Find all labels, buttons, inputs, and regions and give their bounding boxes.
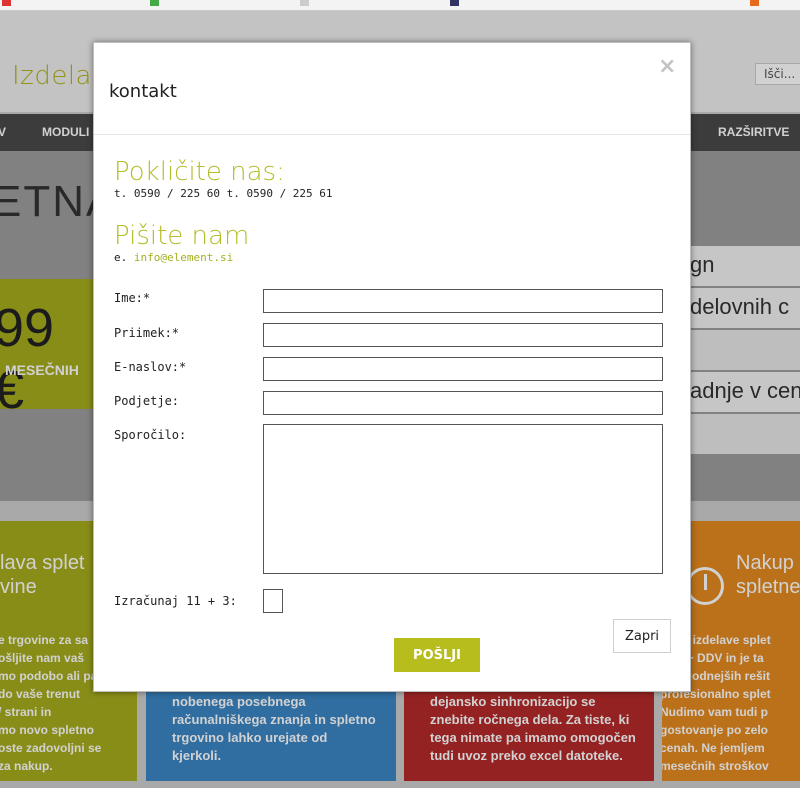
tab-favicon-icon[interactable] xyxy=(150,0,159,6)
email-label: E-naslov:* xyxy=(114,360,187,374)
tab-favicon-icon[interactable] xyxy=(300,0,309,6)
tab-favicon-icon[interactable] xyxy=(750,0,759,6)
sporocilo-textarea[interactable] xyxy=(263,424,663,574)
priimek-label: Priimek:* xyxy=(114,326,180,340)
browser-tab-strip xyxy=(0,0,800,11)
ime-field[interactable] xyxy=(263,289,663,313)
captcha-input[interactable] xyxy=(263,589,283,613)
email-prefix: e. xyxy=(114,251,128,264)
tab-favicon-icon[interactable] xyxy=(450,0,459,6)
email-line: e. info@element.si xyxy=(114,251,233,264)
close-button[interactable]: Zapri xyxy=(613,619,671,653)
write-heading: Pišite nam xyxy=(114,221,250,251)
priimek-field[interactable] xyxy=(263,323,663,347)
email-field[interactable] xyxy=(263,357,663,381)
podjetje-field[interactable] xyxy=(263,391,663,415)
email-link[interactable]: info@element.si xyxy=(134,251,233,264)
tab-favicon-icon[interactable] xyxy=(2,0,11,6)
ime-label: Ime:* xyxy=(114,291,151,305)
send-button[interactable]: POŠLJI xyxy=(394,638,480,672)
phone-numbers: t. 0590 / 225 60 t. 0590 / 225 61 xyxy=(114,187,333,200)
contact-modal: kontakt × Pokličite nas: t. 0590 / 225 6… xyxy=(93,42,691,692)
modal-title: kontakt xyxy=(109,81,177,102)
sporocilo-label: Sporočilo: xyxy=(114,428,187,442)
captcha-label: Izračunaj 11 + 3: xyxy=(114,594,237,608)
call-heading: Pokličite nas: xyxy=(114,157,285,187)
modal-header: kontakt × xyxy=(94,43,690,135)
podjetje-label: Podjetje: xyxy=(114,394,180,408)
close-icon[interactable]: × xyxy=(658,55,676,79)
